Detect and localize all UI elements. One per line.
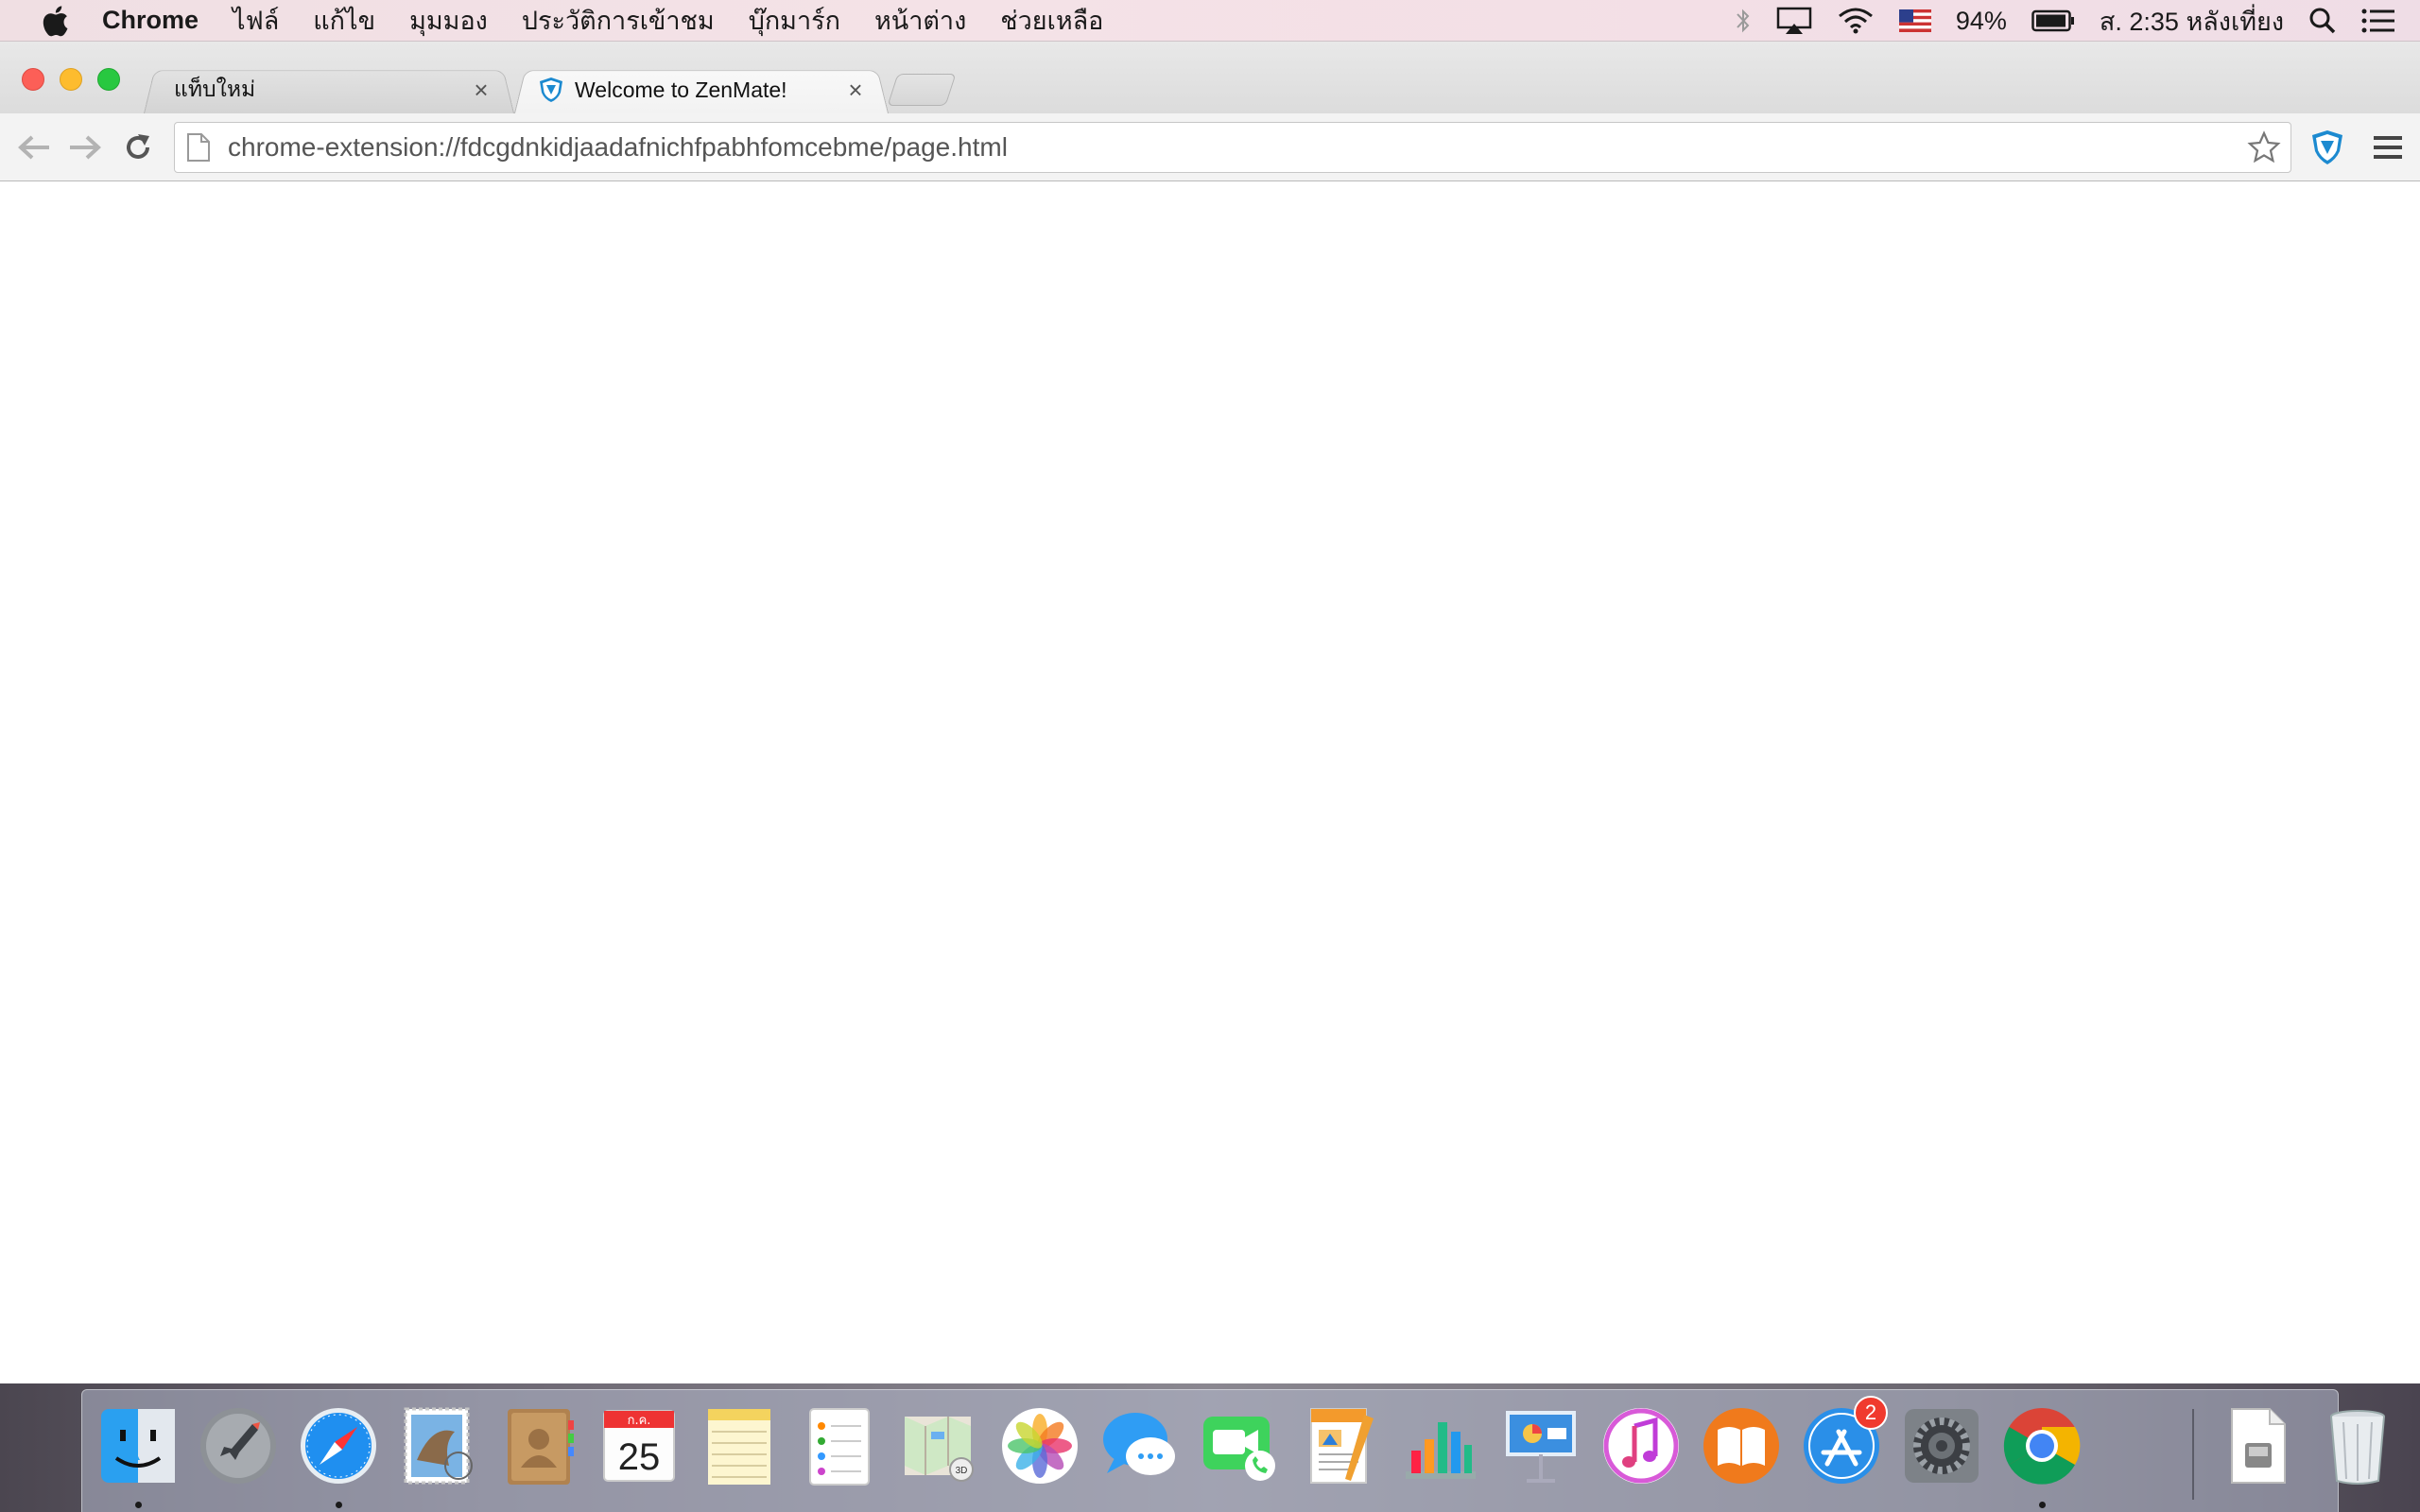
- menu-view[interactable]: มุมมอง: [409, 0, 488, 41]
- airplay-icon[interactable]: [1776, 0, 1812, 42]
- menubar-clock[interactable]: ส. 2:35 หลังเที่ยง: [2100, 1, 2284, 42]
- chrome-menu-hamburger-icon[interactable]: [2367, 127, 2409, 168]
- macos-menu-bar: Chrome ไฟล์ แก้ไข มุมมอง ประวัติการเข้าช…: [0, 0, 2420, 42]
- tab-title: แท็บใหม่: [174, 77, 256, 101]
- downloads-document-icon[interactable]: [2215, 1403, 2300, 1488]
- chrome-window: แท็บใหม่ × Welcome to ZenMate! × chrome-…: [0, 42, 2420, 1383]
- system-preferences-gear-icon[interactable]: [1899, 1403, 1984, 1488]
- facetime-icon[interactable]: [1198, 1403, 1283, 1488]
- finder-icon[interactable]: [95, 1403, 181, 1488]
- bluetooth-icon[interactable]: [1735, 0, 1752, 42]
- finder-running-indicator: [135, 1502, 142, 1508]
- dock-separator: [2192, 1409, 2194, 1500]
- zenmate-shield-favicon-icon: [537, 76, 565, 104]
- contacts-icon[interactable]: [496, 1403, 581, 1488]
- tab-strip: แท็บใหม่ × Welcome to ZenMate! ×: [0, 42, 2420, 113]
- apple-menu-icon[interactable]: [36, 2, 74, 40]
- keynote-icon[interactable]: [1498, 1403, 1583, 1488]
- ibooks-icon[interactable]: [1699, 1403, 1784, 1488]
- itunes-icon[interactable]: [1599, 1403, 1684, 1488]
- us-flag-input-source-icon[interactable]: [1898, 0, 1931, 42]
- photos-icon[interactable]: [997, 1403, 1082, 1488]
- battery-percent: 94%: [1955, 6, 2007, 35]
- menu-edit[interactable]: แก้ไข: [313, 0, 375, 41]
- google-chrome-icon[interactable]: [1999, 1403, 2084, 1488]
- tab-close-icon[interactable]: ×: [469, 76, 493, 104]
- address-bar[interactable]: chrome-extension://fdcgdnkidjaadafnichfp…: [174, 122, 2291, 173]
- new-tab-button[interactable]: [887, 74, 957, 106]
- maps-icon[interactable]: 3D: [897, 1403, 982, 1488]
- back-arrow-icon[interactable]: [13, 127, 55, 168]
- calendar-day-number: 25: [618, 1436, 661, 1478]
- mail-stamp-icon[interactable]: [396, 1403, 481, 1488]
- browser-toolbar: chrome-extension://fdcgdnkidjaadafnichfp…: [0, 113, 2420, 181]
- spotlight-search-icon[interactable]: [2308, 0, 2337, 42]
- window-minimize-button[interactable]: [60, 68, 82, 91]
- dock: ก.ค. 25 3D 2: [81, 1389, 2385, 1512]
- messages-icon[interactable]: [1098, 1403, 1183, 1488]
- page-document-icon: [186, 132, 211, 163]
- app-store-update-badge: 2: [1854, 1396, 1888, 1430]
- menu-window[interactable]: หน้าต่าง: [874, 0, 966, 41]
- trash-icon[interactable]: [2315, 1403, 2400, 1488]
- menu-app-name[interactable]: Chrome: [102, 6, 199, 35]
- reminders-icon[interactable]: [797, 1403, 882, 1488]
- menu-help[interactable]: ช่วยเหลือ: [1000, 0, 1103, 41]
- tab-close-icon[interactable]: ×: [843, 76, 868, 104]
- calendar-month-label: ก.ค.: [628, 1414, 651, 1428]
- menu-history[interactable]: ประวัติการเข้าชม: [522, 0, 715, 41]
- calendar-icon[interactable]: ก.ค. 25: [596, 1403, 682, 1488]
- reload-icon[interactable]: [117, 127, 159, 168]
- page-content-blank[interactable]: [0, 181, 2420, 1383]
- safari-running-indicator: [336, 1502, 342, 1508]
- app-store-icon[interactable]: 2: [1799, 1396, 1888, 1488]
- wifi-icon[interactable]: [1837, 0, 1875, 42]
- bookmark-star-icon[interactable]: [2245, 129, 2283, 166]
- chrome-running-indicator: [2039, 1502, 2046, 1508]
- tab-new-tab[interactable]: แท็บใหม่ ×: [144, 66, 514, 113]
- tab-zenmate-welcome[interactable]: Welcome to ZenMate! ×: [514, 66, 889, 113]
- numbers-icon[interactable]: [1398, 1403, 1483, 1488]
- forward-arrow-icon[interactable]: [64, 127, 106, 168]
- tab-title: Welcome to ZenMate!: [575, 77, 787, 102]
- menu-bookmarks[interactable]: บุ๊กมาร์ก: [749, 0, 840, 41]
- launchpad-icon[interactable]: [196, 1403, 281, 1488]
- url-text[interactable]: chrome-extension://fdcgdnkidjaadafnichfp…: [228, 132, 2245, 163]
- pages-icon[interactable]: [1298, 1403, 1383, 1488]
- notification-center-icon[interactable]: [2361, 0, 2395, 42]
- notes-icon[interactable]: [697, 1403, 782, 1488]
- menu-file[interactable]: ไฟล์: [233, 0, 279, 41]
- safari-icon[interactable]: [296, 1403, 381, 1488]
- window-zoom-button[interactable]: [97, 68, 120, 91]
- window-close-button[interactable]: [22, 68, 44, 91]
- zenmate-extension-icon[interactable]: [2307, 127, 2348, 168]
- svg-text:3D: 3D: [956, 1466, 968, 1476]
- battery-icon[interactable]: [2031, 0, 2075, 42]
